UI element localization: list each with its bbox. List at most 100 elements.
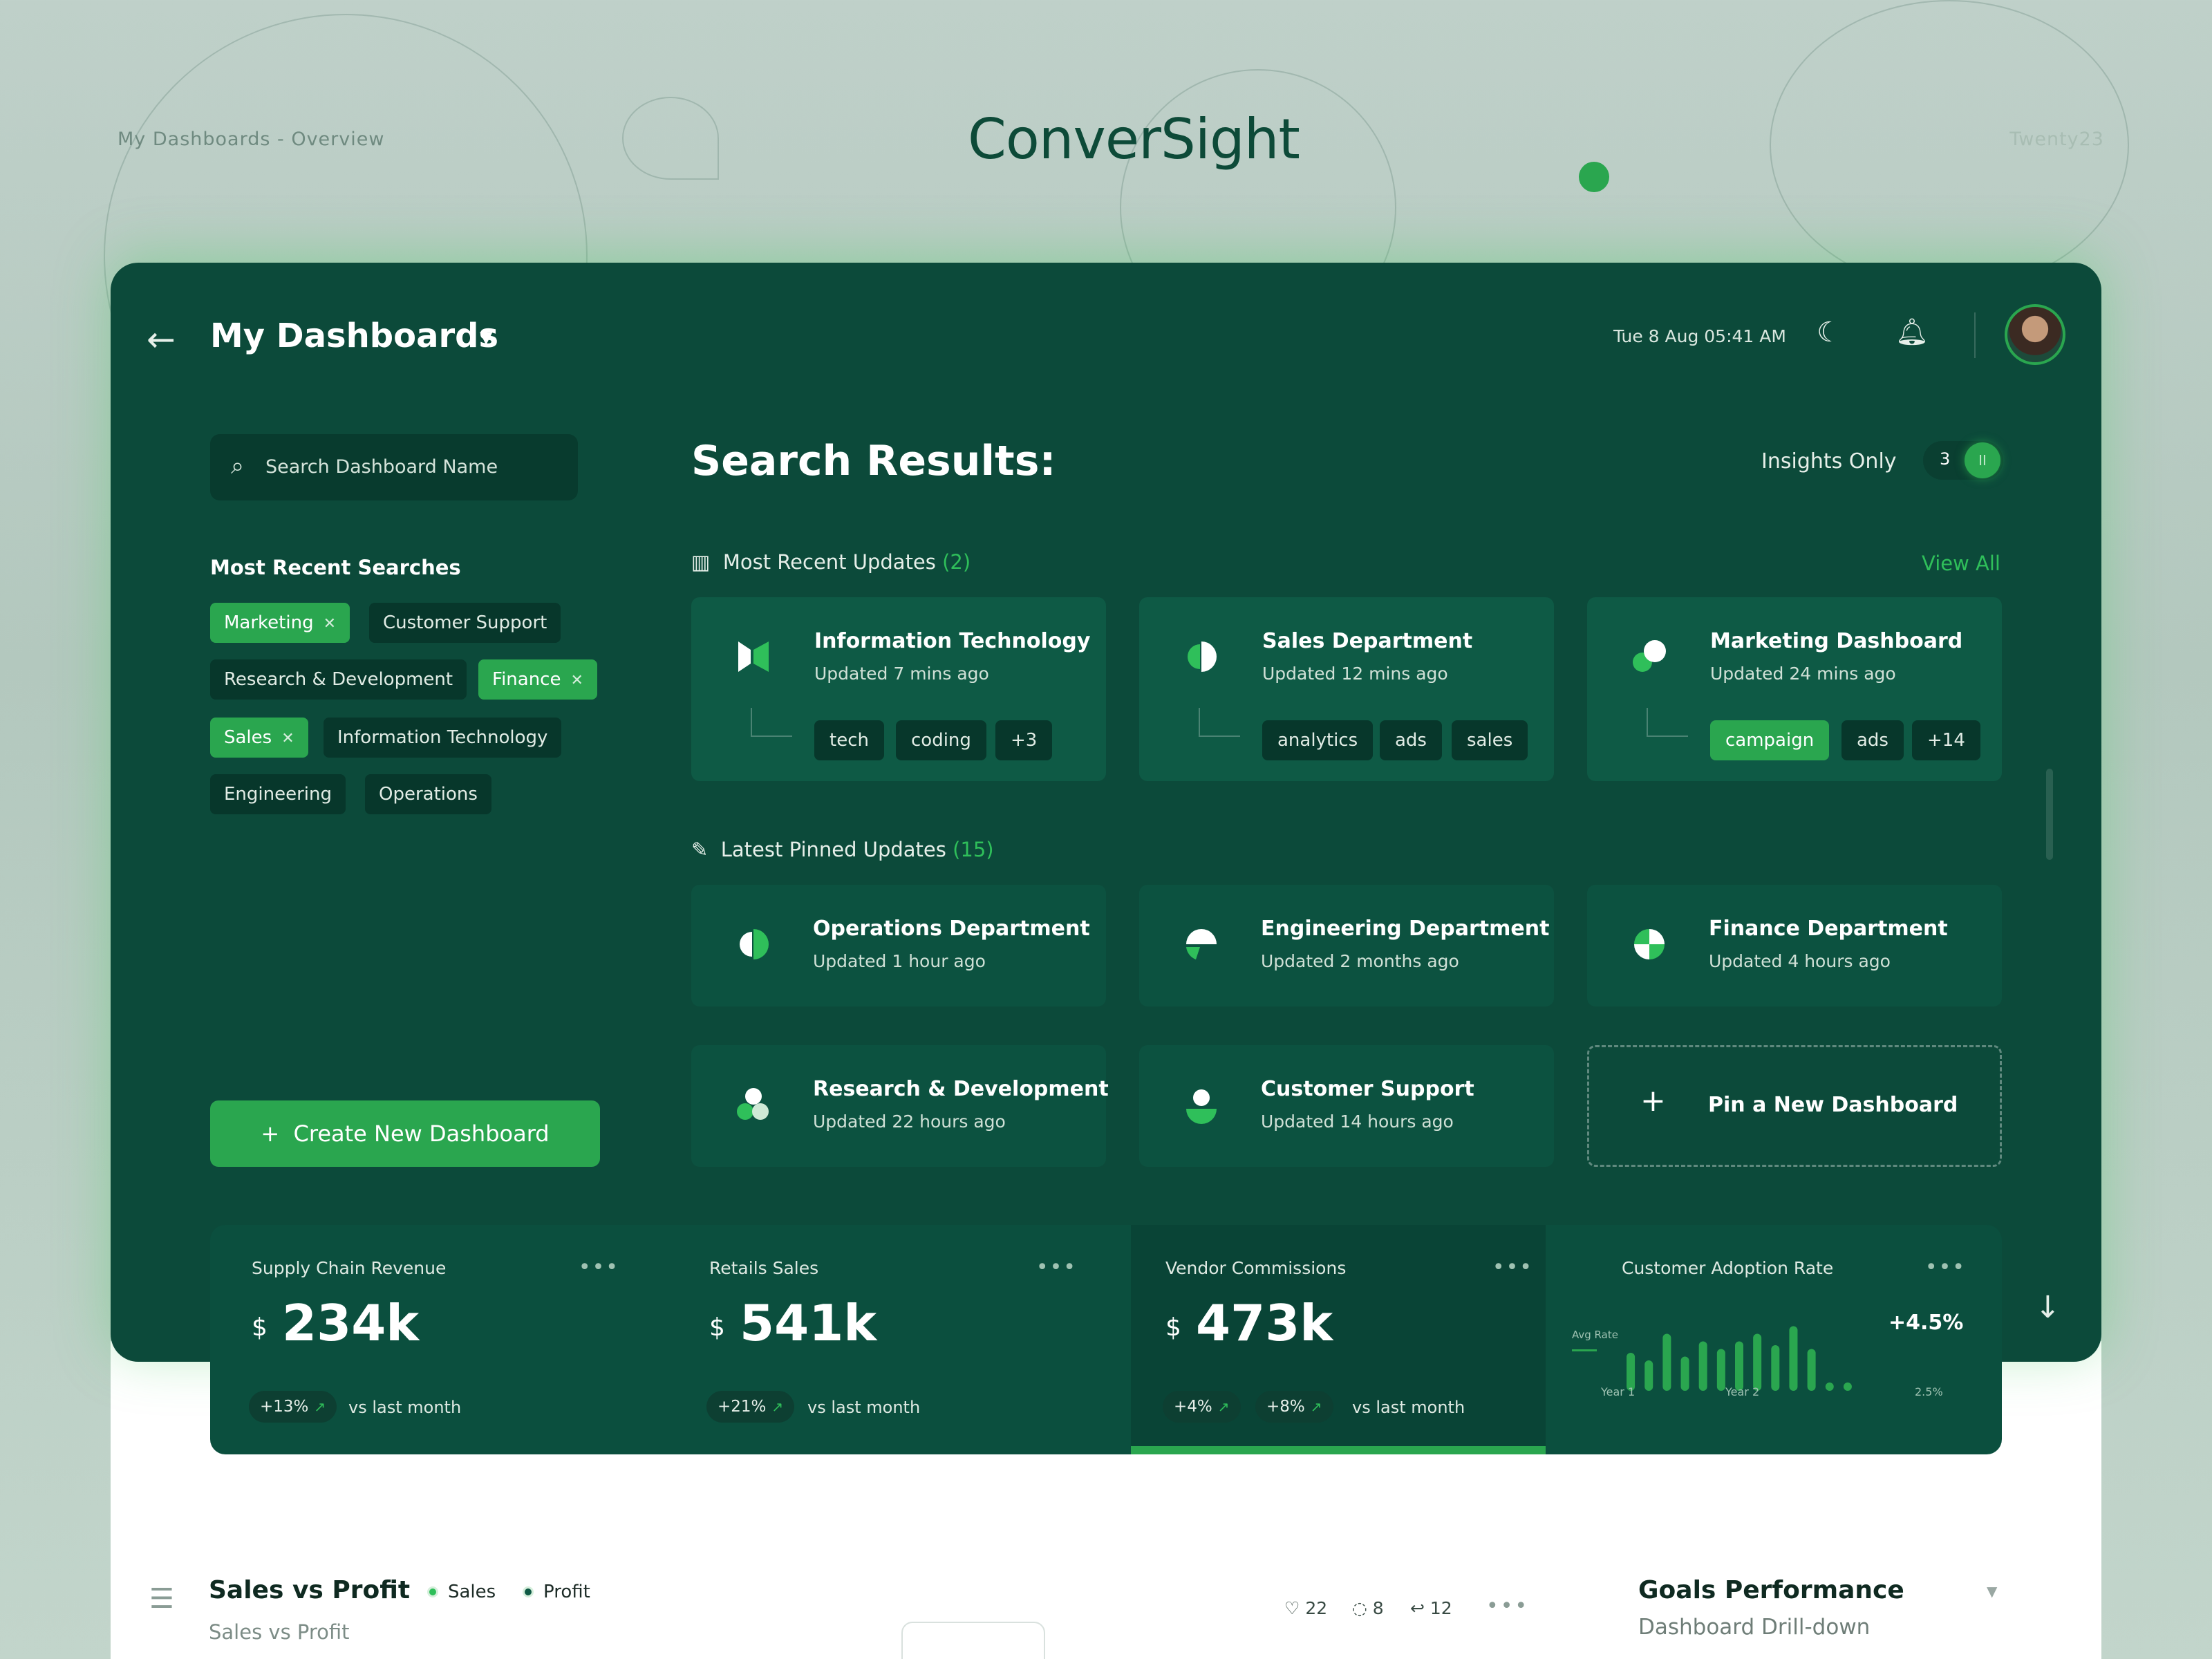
search-chip[interactable]: Information Technology bbox=[324, 718, 562, 758]
card-title: Marketing Dashboard bbox=[1710, 629, 1963, 653]
kpi-label: Vendor Commissions bbox=[1165, 1258, 1347, 1278]
search-chip[interactable]: Finance ✕ bbox=[478, 659, 597, 700]
legend-sales[interactable]: Sales bbox=[427, 1582, 496, 1602]
tree-connector bbox=[751, 708, 792, 737]
dashboard-logo-icon bbox=[1188, 641, 1217, 672]
pinned-card[interactable]: Customer Support Updated 14 hours ago bbox=[1139, 1045, 1554, 1167]
trend-value: +8% bbox=[1266, 1398, 1305, 1416]
kpi-card[interactable]: Vendor Commissions ••• $ 473k +4% ↗ +8% ↗ … bbox=[1124, 1225, 1580, 1454]
trend-up-icon: ↗ bbox=[1310, 1398, 1322, 1415]
pinned-card[interactable]: Operations Department Updated 1 hour ago bbox=[691, 885, 1106, 1006]
tag[interactable]: coding bbox=[896, 720, 986, 760]
goals-subtitle: Dashboard Drill-down bbox=[1638, 1615, 1871, 1640]
tag[interactable]: tech bbox=[814, 720, 884, 760]
kpi-card[interactable]: Retails Sales ••• $ 541k +21% ↗ vs last m… bbox=[668, 1225, 1124, 1454]
create-dashboard-button[interactable]: + Create New Dashboard bbox=[210, 1100, 600, 1167]
insights-count: 3 bbox=[1940, 449, 1951, 469]
chart-bar bbox=[1680, 1356, 1689, 1391]
tag[interactable]: analytics bbox=[1262, 720, 1374, 760]
chart-bar bbox=[1662, 1333, 1671, 1391]
close-icon[interactable]: ✕ bbox=[324, 615, 336, 632]
search-chip[interactable]: Marketing ✕ bbox=[210, 603, 350, 643]
search-chip[interactable]: Engineering bbox=[210, 774, 346, 814]
dashboard-card[interactable]: Marketing Dashboard Updated 24 mins ago … bbox=[1587, 597, 2002, 781]
plus-icon: + bbox=[261, 1121, 280, 1147]
page-title[interactable]: My Dashboards bbox=[210, 317, 498, 355]
card-subtitle: Updated 4 hours ago bbox=[1709, 951, 1891, 971]
caret-down-icon[interactable]: ▼ bbox=[480, 328, 492, 347]
adoption-bar-chart bbox=[1627, 1326, 1852, 1391]
tag[interactable]: ads bbox=[1841, 720, 1904, 760]
pin-new-dashboard-button[interactable]: + Pin a New Dashboard bbox=[1587, 1045, 2002, 1167]
tag[interactable]: +3 bbox=[995, 720, 1053, 760]
arrow-down-icon[interactable]: ↓ bbox=[2035, 1290, 2061, 1325]
tag[interactable]: +14 bbox=[1912, 720, 1980, 760]
back-arrow-icon[interactable]: ← bbox=[147, 319, 176, 359]
more-icon[interactable]: ••• bbox=[1925, 1255, 1966, 1280]
trend-value: +21% bbox=[718, 1398, 767, 1416]
search-chip[interactable]: Customer Support bbox=[369, 603, 561, 643]
more-icon[interactable]: ••• bbox=[1486, 1594, 1529, 1618]
chart-bar bbox=[1843, 1382, 1852, 1391]
tab-handle[interactable] bbox=[901, 1622, 1045, 1659]
more-icon[interactable]: ••• bbox=[579, 1255, 619, 1280]
more-icon[interactable]: ••• bbox=[1492, 1255, 1533, 1280]
search-chip[interactable]: Sales ✕ bbox=[210, 718, 308, 758]
chip-label: Sales bbox=[224, 727, 272, 748]
chart-bar bbox=[1753, 1333, 1762, 1391]
search-chip[interactable]: Research & Development bbox=[210, 659, 467, 700]
header-datetime: Tue 8 Aug 05:41 AM bbox=[1613, 326, 1786, 346]
tag[interactable]: ads bbox=[1380, 720, 1442, 760]
dashboard-logo-icon bbox=[737, 1088, 769, 1120]
trend-value: +4% bbox=[1174, 1398, 1212, 1416]
chevron-down-icon[interactable]: ▼ bbox=[1987, 1583, 1997, 1600]
tree-connector bbox=[1199, 708, 1240, 737]
chip-label: Customer Support bbox=[383, 612, 547, 633]
close-icon[interactable]: ✕ bbox=[570, 672, 583, 689]
drag-handle-icon[interactable]: ☰ bbox=[149, 1583, 174, 1615]
moon-icon[interactable]: ☾ bbox=[1817, 317, 1841, 348]
close-icon[interactable]: ✕ bbox=[281, 730, 294, 747]
likes[interactable]: ♡ 22 bbox=[1284, 1598, 1327, 1618]
tag[interactable]: campaign bbox=[1710, 720, 1830, 760]
sales-profit-subtitle: Sales vs Profit bbox=[209, 1620, 350, 1644]
shares[interactable]: ↩ 12 bbox=[1410, 1598, 1452, 1618]
more-icon[interactable]: ••• bbox=[1036, 1255, 1077, 1280]
tag[interactable]: sales bbox=[1452, 720, 1528, 760]
dashboard-logo-icon bbox=[740, 929, 769, 959]
comments[interactable]: ◌ 8 bbox=[1352, 1598, 1384, 1618]
pinned-card[interactable]: Research & Development Updated 22 hours … bbox=[691, 1045, 1109, 1167]
chart-bar bbox=[1789, 1326, 1798, 1391]
card-subtitle: Updated 12 mins ago bbox=[1262, 664, 1448, 684]
legend-label: Sales bbox=[448, 1582, 496, 1602]
pinned-card[interactable]: Finance Department Updated 4 hours ago bbox=[1587, 885, 2002, 1006]
avatar[interactable] bbox=[2005, 304, 2065, 365]
kpi-card[interactable]: Supply Chain Revenue ••• $ 234k +13% ↗ vs… bbox=[210, 1225, 666, 1454]
chart-bar bbox=[1771, 1345, 1780, 1391]
bg-circle-decoration bbox=[622, 97, 719, 180]
toggle-knob[interactable]: II bbox=[1965, 442, 2000, 478]
kpi-card-chart[interactable]: Customer Adoption Rate ••• +4.5% Avg Rat… bbox=[1572, 1225, 2002, 1454]
recent-updates-label: Most Recent Updates bbox=[722, 550, 936, 574]
bell-icon[interactable]: 🔔︎ bbox=[1895, 317, 1929, 348]
pinned-updates-label: Latest Pinned Updates bbox=[720, 838, 946, 861]
search-chip[interactable]: Operations bbox=[365, 774, 491, 814]
insights-only-label: Insights Only bbox=[1761, 449, 1897, 474]
x-axis-label: 2.5% bbox=[1915, 1385, 1943, 1398]
legend-profit[interactable]: Profit bbox=[523, 1582, 590, 1602]
goals-title: Goals Performance bbox=[1638, 1576, 1904, 1604]
card-subtitle: Updated 1 hour ago bbox=[813, 951, 986, 971]
view-all-link[interactable]: View All bbox=[1922, 552, 2000, 575]
search-placeholder[interactable]: Search Dashboard Name bbox=[265, 456, 498, 478]
dashboard-card[interactable]: Sales Department Updated 12 mins ago ana… bbox=[1139, 597, 1554, 781]
trend-badge: +8% ↗ bbox=[1255, 1391, 1333, 1423]
pin-icon: ✎ bbox=[691, 838, 709, 861]
kpi-label: Customer Adoption Rate bbox=[1622, 1258, 1834, 1278]
pinned-updates-count: (15) bbox=[953, 838, 994, 861]
avg-rate-line bbox=[1572, 1349, 1597, 1351]
card-title: Operations Department bbox=[813, 917, 1090, 941]
pinned-card[interactable]: Engineering Department Updated 2 months … bbox=[1139, 885, 1554, 1006]
scrollbar[interactable] bbox=[2046, 769, 2053, 860]
pinned-updates-header: ✎ Latest Pinned Updates (15) bbox=[691, 838, 994, 861]
dashboard-card[interactable]: Information Technology Updated 7 mins ag… bbox=[691, 597, 1106, 781]
